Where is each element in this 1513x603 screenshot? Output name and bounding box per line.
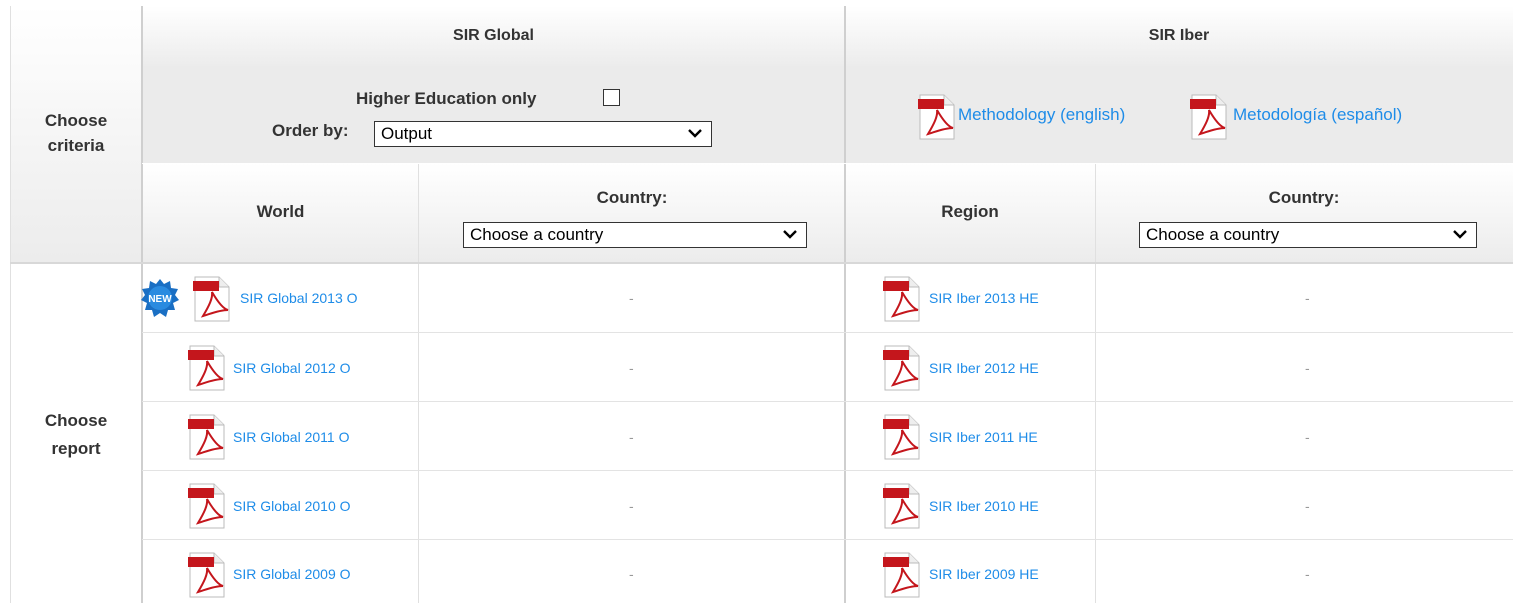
empty-cell-dash: - (1305, 429, 1310, 445)
methodology-spanish-link[interactable]: Metodología (español) (1233, 105, 1402, 125)
pdf-file-icon (188, 345, 225, 391)
pdf-file-icon (883, 345, 920, 391)
global-report-link[interactable]: SIR Global 2010 O (233, 498, 351, 514)
empty-cell-dash: - (1305, 566, 1310, 582)
sir-global-title: SIR Global (453, 27, 534, 44)
higher-education-checkbox[interactable] (603, 89, 620, 106)
global-country-value: Choose a country (470, 225, 604, 244)
iber-report-link[interactable]: SIR Iber 2010 HE (929, 498, 1039, 514)
pdf-file-icon (883, 552, 920, 598)
methodology-english-link[interactable]: Methodology (english) (958, 105, 1125, 125)
iber-report-link[interactable]: SIR Iber 2013 HE (929, 290, 1039, 306)
row-divider (142, 332, 1513, 333)
iber-country-value: Choose a country (1146, 225, 1280, 244)
divider (1095, 163, 1096, 603)
order-by-value: Output (381, 124, 433, 143)
chevron-down-icon (783, 230, 797, 239)
empty-cell-dash: - (1305, 290, 1310, 306)
new-badge-icon: NEW (141, 279, 179, 317)
higher-education-label: Higher Education only (356, 89, 537, 108)
empty-cell-dash: - (1305, 360, 1310, 376)
world-label: World (256, 202, 305, 221)
row-divider (142, 401, 1513, 402)
empty-cell-dash: - (629, 566, 634, 582)
global-country-label: Country: (596, 188, 668, 207)
divider (10, 262, 1513, 264)
empty-cell-dash: - (629, 498, 634, 514)
order-by-label: Order by: (272, 121, 349, 140)
report-line-1: Choose (44, 411, 108, 430)
criteria-line-2: criteria (47, 136, 105, 155)
iber-country-select[interactable]: Choose a country (1139, 222, 1477, 248)
row-divider (142, 470, 1513, 471)
global-country-select[interactable]: Choose a country (463, 222, 807, 248)
criteria-line-1: Choose (44, 111, 108, 130)
iber-country-label: Country: (1268, 188, 1340, 207)
divider (418, 163, 419, 603)
sir-iber-title: SIR Iber (1148, 27, 1210, 44)
empty-cell-dash: - (1305, 498, 1310, 514)
pdf-file-icon (883, 414, 920, 460)
iber-report-link[interactable]: SIR Iber 2012 HE (929, 360, 1039, 376)
order-by-select[interactable]: Output (374, 121, 712, 147)
empty-cell-dash: - (629, 360, 634, 376)
global-report-link[interactable]: SIR Global 2012 O (233, 360, 351, 376)
empty-cell-dash: - (629, 429, 634, 445)
divider (10, 6, 11, 603)
choose-report-label: Choose report (10, 400, 142, 470)
global-options-cell (142, 66, 845, 163)
divider (142, 163, 1513, 164)
pdf-file-icon (188, 483, 225, 529)
new-badge-text: NEW (148, 294, 172, 305)
chevron-down-icon (688, 129, 702, 138)
pdf-file-icon (188, 414, 225, 460)
region-label: Region (941, 202, 999, 221)
empty-cell-dash: - (629, 290, 634, 306)
global-report-link[interactable]: SIR Global 2011 O (233, 429, 349, 445)
iber-report-link[interactable]: SIR Iber 2009 HE (929, 566, 1039, 582)
pdf-file-icon (1190, 94, 1227, 140)
global-report-link[interactable]: SIR Global 2013 O (240, 290, 358, 306)
pdf-file-icon (883, 483, 920, 529)
row-divider (142, 539, 1513, 540)
choose-criteria-label: Choose criteria (10, 98, 142, 168)
pdf-file-icon (883, 276, 920, 322)
pdf-file-icon (918, 94, 955, 140)
divider (844, 6, 846, 603)
report-line-2: report (51, 439, 101, 458)
chevron-down-icon (1453, 230, 1467, 239)
pdf-file-icon (193, 276, 230, 322)
pdf-file-icon (188, 552, 225, 598)
global-report-link[interactable]: SIR Global 2009 O (233, 566, 351, 582)
iber-report-link[interactable]: SIR Iber 2011 HE (929, 429, 1038, 445)
